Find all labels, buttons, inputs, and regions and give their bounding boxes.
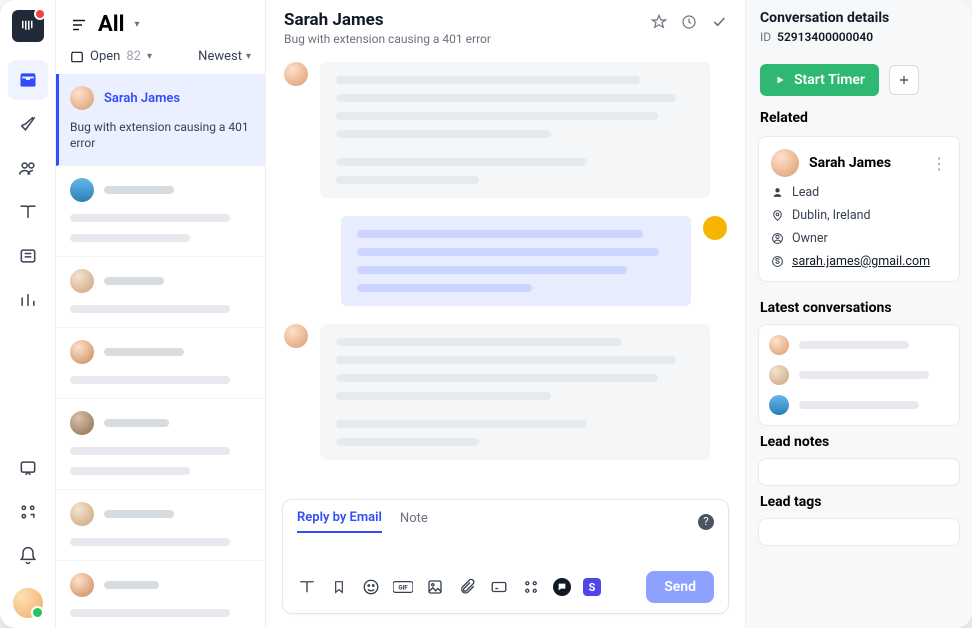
conversation-name: Sarah James bbox=[104, 91, 180, 106]
inbox-dropdown-icon[interactable]: ▾ bbox=[134, 19, 139, 30]
articles-icon[interactable] bbox=[297, 577, 317, 597]
conversation-item[interactable] bbox=[56, 257, 265, 328]
conversation-subject: Bug with extension causing a 401 error bbox=[70, 120, 251, 151]
image-icon[interactable] bbox=[425, 577, 445, 597]
nav-rail bbox=[0, 0, 56, 628]
gif-icon[interactable]: GIF bbox=[393, 577, 413, 597]
conversation-details-panel: Conversation details ID 52913400000040 S… bbox=[746, 0, 972, 628]
details-heading: Conversation details bbox=[760, 10, 958, 26]
chevron-down-icon: ▾ bbox=[246, 51, 251, 62]
lead-tags-box[interactable] bbox=[758, 518, 960, 546]
stripe-icon[interactable]: S bbox=[583, 578, 601, 596]
related-heading: Related bbox=[746, 102, 972, 130]
nav-people[interactable] bbox=[8, 148, 48, 188]
more-icon[interactable]: ⋮ bbox=[931, 154, 947, 173]
thread-subtitle: Bug with extension causing a 401 error bbox=[284, 32, 491, 46]
nav-inbox[interactable] bbox=[8, 60, 48, 100]
nav-notifications[interactable] bbox=[8, 536, 48, 576]
id-value: 52913400000040 bbox=[777, 30, 873, 44]
card-icon[interactable] bbox=[489, 577, 509, 597]
chevron-down-icon: ▾ bbox=[147, 51, 152, 62]
latest-conversations-card bbox=[758, 324, 960, 426]
message-inbound bbox=[284, 62, 727, 198]
avatar bbox=[769, 365, 789, 385]
avatar bbox=[284, 324, 308, 348]
snooze-icon[interactable] bbox=[681, 14, 697, 30]
latest-conversation-item[interactable] bbox=[769, 335, 949, 355]
status-label: Open bbox=[90, 49, 120, 64]
nav-send[interactable] bbox=[8, 104, 48, 144]
emoji-icon[interactable] bbox=[361, 577, 381, 597]
status-filter[interactable]: Open 82 ▾ bbox=[70, 49, 152, 64]
conversation-item[interactable] bbox=[56, 328, 265, 399]
nav-reports[interactable] bbox=[8, 280, 48, 320]
attachment-icon[interactable] bbox=[457, 577, 477, 597]
lead-tags-heading: Lead tags bbox=[746, 486, 972, 514]
current-user-avatar[interactable] bbox=[13, 588, 43, 618]
sort-label: Newest bbox=[198, 49, 242, 64]
bookmark-icon[interactable] bbox=[329, 577, 349, 597]
conversation-item[interactable] bbox=[56, 561, 265, 628]
conversation-thread: Sarah James Bug with extension causing a… bbox=[266, 0, 746, 628]
nav-apps[interactable] bbox=[8, 492, 48, 532]
conversation-list-panel: All ▾ Open 82 ▾ Newest ▾ Sarah James Bug… bbox=[56, 0, 266, 628]
conversation-list: Sarah James Bug with extension causing a… bbox=[56, 74, 265, 628]
avatar bbox=[70, 86, 94, 110]
nav-news[interactable] bbox=[8, 236, 48, 276]
thread-title: Sarah James bbox=[284, 10, 491, 30]
lead-notes-box[interactable] bbox=[758, 458, 960, 486]
add-button[interactable] bbox=[889, 65, 919, 95]
app-logo[interactable] bbox=[12, 10, 44, 42]
inbox-title: All bbox=[98, 12, 124, 37]
start-timer-label: Start Timer bbox=[794, 72, 865, 88]
avatar bbox=[70, 340, 94, 364]
close-conversation-icon[interactable] bbox=[711, 14, 727, 30]
messenger-icon[interactable] bbox=[553, 578, 571, 596]
apps-icon[interactable] bbox=[521, 577, 541, 597]
send-button[interactable]: Send bbox=[646, 571, 714, 603]
lead-notes-heading: Lead notes bbox=[746, 426, 972, 454]
status-count: 82 bbox=[126, 49, 141, 64]
avatar bbox=[70, 178, 94, 202]
avatar bbox=[70, 502, 94, 526]
sort-dropdown[interactable]: Newest ▾ bbox=[198, 49, 251, 64]
avatar bbox=[70, 269, 94, 293]
contact-role: Lead bbox=[792, 185, 819, 200]
conversation-item[interactable] bbox=[56, 490, 265, 561]
avatar bbox=[70, 411, 94, 435]
start-timer-button[interactable]: Start Timer bbox=[760, 64, 879, 96]
help-icon[interactable]: ? bbox=[698, 514, 714, 530]
view-switcher-icon[interactable] bbox=[70, 16, 88, 34]
contact-location: Dublin, Ireland bbox=[792, 208, 871, 223]
latest-conversation-item[interactable] bbox=[769, 395, 949, 415]
id-label: ID bbox=[760, 30, 771, 44]
svg-text:GIF: GIF bbox=[398, 583, 408, 591]
tab-note[interactable]: Note bbox=[400, 511, 428, 532]
message-outbound bbox=[284, 216, 727, 306]
conversation-item[interactable]: Sarah James Bug with extension causing a… bbox=[56, 74, 265, 166]
contact-owner: Owner bbox=[792, 231, 828, 246]
avatar bbox=[771, 149, 799, 177]
contact-email[interactable]: sarah.james@gmail.com bbox=[792, 254, 930, 269]
conversation-item[interactable] bbox=[56, 166, 265, 257]
avatar bbox=[284, 62, 308, 86]
reply-composer: Reply by Email Note ? GIF S Send bbox=[282, 499, 729, 614]
nav-articles[interactable] bbox=[8, 192, 48, 232]
avatar bbox=[769, 335, 789, 355]
nav-messenger[interactable] bbox=[8, 448, 48, 488]
contact-card: Sarah James ⋮ Lead Dublin, Ireland Owner… bbox=[758, 136, 960, 282]
avatar bbox=[769, 395, 789, 415]
star-icon[interactable] bbox=[651, 14, 667, 30]
latest-conversation-item[interactable] bbox=[769, 365, 949, 385]
contact-name[interactable]: Sarah James bbox=[809, 155, 891, 171]
avatar bbox=[703, 216, 727, 240]
message-inbound bbox=[284, 324, 727, 460]
avatar bbox=[70, 573, 94, 597]
latest-heading: Latest conversations bbox=[746, 292, 972, 320]
conversation-item[interactable] bbox=[56, 399, 265, 490]
tab-reply-email[interactable]: Reply by Email bbox=[297, 510, 382, 533]
